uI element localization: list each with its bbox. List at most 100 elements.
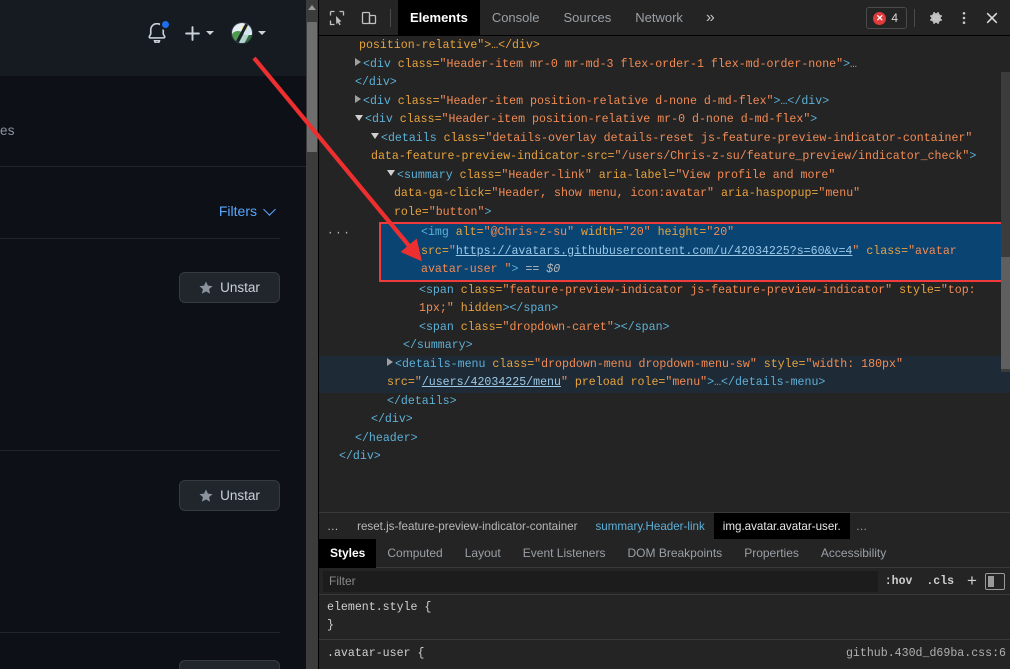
github-page: es Filters Unstar Unstar Unstar [0, 0, 306, 669]
dom-node-close[interactable]: </div> [319, 448, 1010, 467]
dom-node-close[interactable]: </header> [319, 430, 1010, 449]
devtools-panel: Elements Console Sources Network » ✕ 4 p… [318, 0, 1010, 669]
toggle-sidebar-icon[interactable] [985, 572, 1005, 590]
breadcrumb: … reset.js-feature-preview-indicator-con… [319, 512, 1010, 539]
element-style-close: } [327, 619, 334, 632]
error-count: 4 [891, 11, 898, 25]
dom-node[interactable]: <div class="Header-item position-relativ… [319, 93, 1010, 112]
tab-dom-breakpoints[interactable]: DOM Breakpoints [616, 539, 733, 568]
tab-layout[interactable]: Layout [454, 539, 512, 568]
element-classes-button[interactable]: .cls [919, 575, 961, 588]
selected-dom-node-img[interactable]: ··· <img alt="@Chris-z-su" width="20" hei… [327, 222, 1010, 282]
plus-icon[interactable] [184, 25, 201, 42]
tab-sources[interactable]: Sources [552, 0, 624, 36]
breadcrumb-item-img[interactable]: img.avatar.avatar-user. [713, 513, 850, 539]
chevron-down-icon[interactable] [263, 202, 276, 216]
new-style-rule-button[interactable]: + [961, 571, 983, 591]
element-style-rule[interactable]: element.style { } [319, 595, 1010, 640]
collapse-triangle-icon[interactable] [371, 133, 379, 140]
element-style-selector: element.style { [327, 601, 432, 614]
styles-filter-bar: :hov .cls + [319, 568, 1010, 595]
tab-elements[interactable]: Elements [398, 0, 480, 36]
node-overflow-dots[interactable]: ··· [327, 225, 351, 244]
more-tabs-button[interactable]: » [695, 9, 726, 27]
dom-tree-scrollbar[interactable] [1001, 72, 1010, 372]
attribute-link[interactable]: /users/42034225/menu [422, 376, 561, 389]
dom-node[interactable]: <div class="Header-item mr-0 mr-md-3 fle… [319, 56, 1010, 75]
divider [0, 450, 280, 451]
tab-properties[interactable]: Properties [733, 539, 810, 568]
expand-triangle-icon[interactable] [387, 358, 393, 367]
collapse-triangle-icon[interactable] [355, 114, 363, 121]
chevron-down-icon[interactable] [206, 31, 214, 35]
tab-network[interactable]: Network [623, 0, 695, 36]
dom-node-close[interactable]: </details> [319, 393, 1010, 412]
breadcrumb-overflow[interactable]: … [319, 520, 348, 533]
truncated-page-text: es [0, 123, 15, 138]
page-scrollbar[interactable] [306, 0, 318, 669]
bell-icon[interactable] [147, 19, 171, 44]
devtools-toolbar: Elements Console Sources Network » ✕ 4 [319, 0, 1010, 36]
dom-node-close[interactable]: </div> [319, 411, 1010, 430]
breadcrumb-item-summary[interactable]: summary.Header-link [586, 513, 713, 539]
dom-node-details[interactable]: <details class="details-overlay details-… [319, 130, 1010, 167]
star-icon [199, 488, 213, 502]
stylesheet-source-link[interactable]: github.430d_d69ba.css:6 [846, 645, 1006, 663]
tab-accessibility[interactable]: Accessibility [810, 539, 897, 568]
expand-triangle-icon[interactable] [355, 58, 361, 67]
unstar-button[interactable]: Unstar [179, 480, 280, 511]
scrollbar-thumb[interactable] [1001, 257, 1010, 369]
styles-pane[interactable]: element.style { } .avatar-user { github.… [319, 595, 1010, 669]
star-icon [199, 280, 213, 294]
dom-node-caret-span[interactable]: <span class="dropdown-caret"></span> [319, 319, 1010, 338]
attribute-link[interactable]: https://avatars.githubusercontent.com/u/… [456, 245, 853, 258]
dom-node-span[interactable]: <span class="feature-preview-indicator j… [319, 282, 1010, 319]
tab-console[interactable]: Console [480, 0, 552, 36]
dom-node-details-menu[interactable]: <details-menu class="dropdown-menu dropd… [319, 355, 1010, 393]
chevron-up-icon [308, 4, 316, 10]
divider [0, 632, 280, 633]
filters-dropdown[interactable]: Filters [218, 202, 276, 219]
github-header [0, 0, 306, 76]
chevron-down-icon[interactable] [258, 31, 266, 35]
device-toolbar-icon[interactable] [355, 4, 383, 32]
scroll-up-button[interactable] [306, 0, 318, 14]
error-count-badge[interactable]: ✕ 4 [866, 7, 907, 29]
divider [390, 8, 391, 27]
dom-node[interactable]: <div class="Header-item position-relativ… [319, 111, 1010, 130]
toolbar-right-actions: ✕ 4 [866, 0, 1006, 36]
kebab-menu-icon[interactable] [950, 4, 978, 32]
tab-computed[interactable]: Computed [376, 539, 453, 568]
tab-styles[interactable]: Styles [319, 538, 377, 568]
error-circle-icon: ✕ [873, 11, 887, 25]
styles-sidebar-tabs: Styles Computed Layout Event Listeners D… [319, 538, 1010, 568]
tab-event-listeners[interactable]: Event Listeners [512, 539, 617, 568]
avatar-user-selector: .avatar-user { [327, 647, 425, 660]
notification-indicator-dot [160, 19, 171, 30]
breadcrumb-item-details[interactable]: reset.js-feature-preview-indicator-conta… [348, 513, 586, 539]
dom-node-clipped[interactable]: position-relative">…</div> [319, 37, 1010, 56]
dom-node-close[interactable]: </summary> [319, 337, 1010, 356]
divider [0, 166, 306, 167]
close-icon[interactable] [978, 4, 1006, 32]
hover-state-button[interactable]: :hov [878, 575, 920, 588]
unstar-button[interactable]: Unstar [179, 660, 280, 669]
avatar[interactable] [231, 22, 253, 44]
avatar-user-rule[interactable]: .avatar-user { github.430d_d69ba.css:6 [319, 640, 1010, 667]
dom-node-close[interactable]: </div> [319, 74, 1010, 93]
filter-input[interactable] [323, 570, 878, 592]
notifications-button[interactable] [147, 19, 171, 44]
unstar-button[interactable]: Unstar [179, 272, 280, 303]
dom-node-summary[interactable]: <summary class="Header-link" aria-label=… [319, 167, 1010, 223]
divider [914, 9, 915, 27]
expand-triangle-icon[interactable] [355, 95, 361, 104]
dom-tree[interactable]: position-relative">…</div> <div class="H… [319, 36, 1010, 512]
gear-icon[interactable] [922, 4, 950, 32]
header-actions [147, 19, 266, 44]
inspect-element-icon[interactable] [323, 4, 351, 32]
filters-label: Filters [218, 203, 257, 219]
scrollbar-thumb[interactable] [307, 22, 317, 152]
collapse-triangle-icon[interactable] [387, 170, 395, 177]
profile-menu-button[interactable] [231, 22, 266, 44]
create-new-button[interactable] [184, 25, 214, 42]
